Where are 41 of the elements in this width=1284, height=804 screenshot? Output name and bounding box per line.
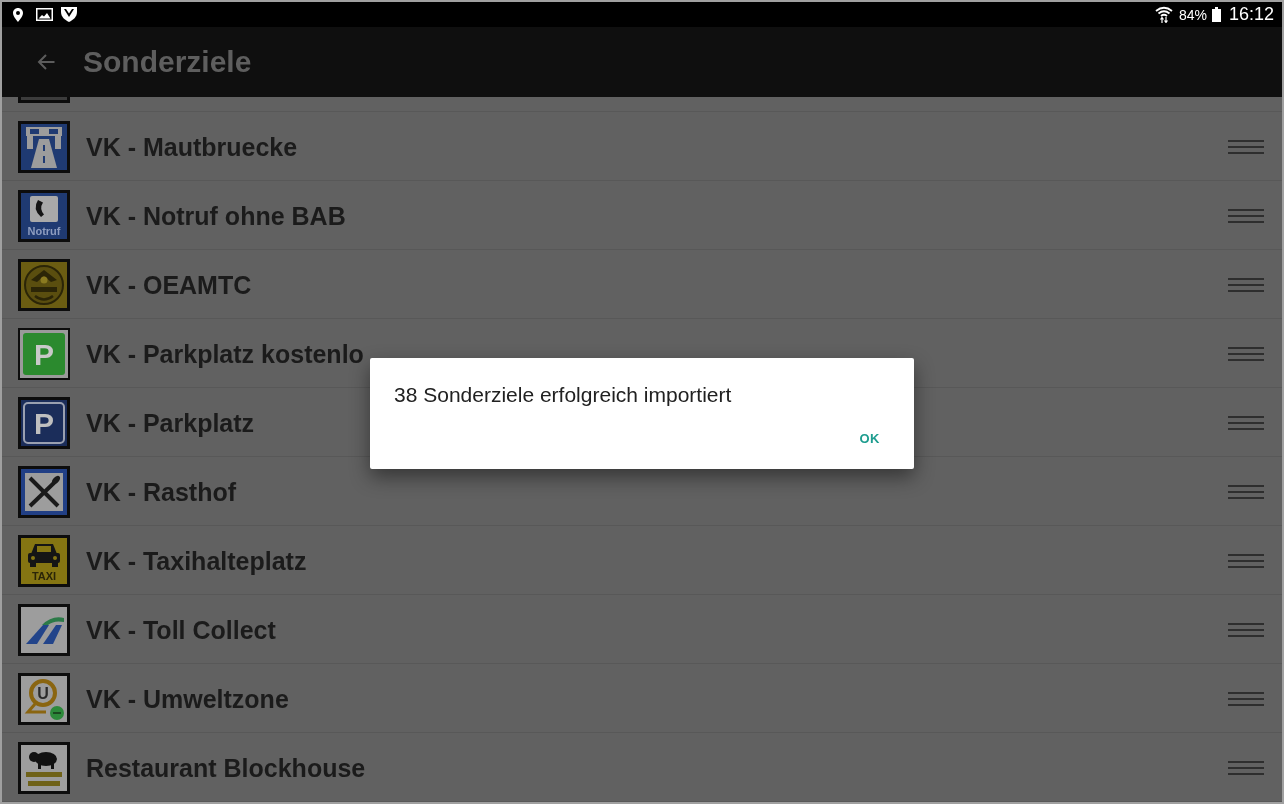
list-item-label[interactable]: Restaurant Blockhouse: [86, 753, 366, 783]
road-stripes-icon: [18, 604, 70, 656]
gantry-sign-icon: [18, 121, 70, 173]
list-item-label[interactable]: VK - Rasthof: [86, 477, 236, 507]
drag-handle-icon[interactable]: [1228, 485, 1264, 499]
taxi-sign-icon: TAXI: [18, 535, 70, 587]
location-pin-icon: [13, 7, 23, 22]
battery-icon: [1211, 7, 1221, 22]
list-item-label[interactable]: VK - Toll Collect: [86, 615, 276, 645]
image-icon: [36, 8, 53, 21]
drag-handle-icon[interactable]: [1228, 140, 1264, 154]
crossed-cutlery-icon: [18, 466, 70, 518]
round-emblem-icon: [18, 259, 70, 311]
drag-handle-icon[interactable]: [1228, 347, 1264, 361]
list-item-label[interactable]: VK - Parkplatz kostenlo: [86, 339, 364, 369]
list-item-label[interactable]: VK - Mautbruecke: [86, 132, 298, 162]
list-item-label[interactable]: VK - OEAMTC: [86, 270, 252, 300]
wifi-icon: [1154, 6, 1173, 23]
list-item-label[interactable]: VK - Parkplatz: [86, 408, 255, 438]
ok-button[interactable]: OK: [851, 420, 888, 456]
phone-sign-icon: Notruf: [18, 190, 70, 242]
drag-handle-icon[interactable]: [1228, 623, 1264, 637]
app-bar-title: Sonderziele: [83, 45, 252, 79]
drag-handle-icon[interactable]: [1228, 209, 1264, 223]
drag-handle-icon[interactable]: [1228, 416, 1264, 430]
shield-icon: [61, 7, 77, 22]
list-item-label[interactable]: VK - Taxihalteplatz: [86, 546, 307, 576]
drag-handle-icon[interactable]: [1228, 761, 1264, 775]
battery-percent: 84%: [1178, 6, 1207, 23]
drag-handle-icon[interactable]: [1228, 692, 1264, 706]
bull-sign-icon: [18, 742, 70, 794]
drag-handle-icon[interactable]: [1228, 278, 1264, 292]
clock: 16:12: [1228, 4, 1274, 25]
drag-handle-icon[interactable]: [1228, 554, 1264, 568]
list-item-label[interactable]: VK - Umweltzone: [86, 684, 289, 714]
parking-sign-icon: P: [18, 397, 70, 449]
parking-sign-icon: P: [18, 328, 70, 380]
u-ring-sign-icon: U: [18, 673, 70, 725]
back-arrow-icon: [37, 54, 55, 70]
list-item-label[interactable]: VK - Notruf ohne BAB: [86, 201, 346, 231]
dialog-message: 38 Sonderziele erfolgreich importiert: [394, 382, 733, 408]
